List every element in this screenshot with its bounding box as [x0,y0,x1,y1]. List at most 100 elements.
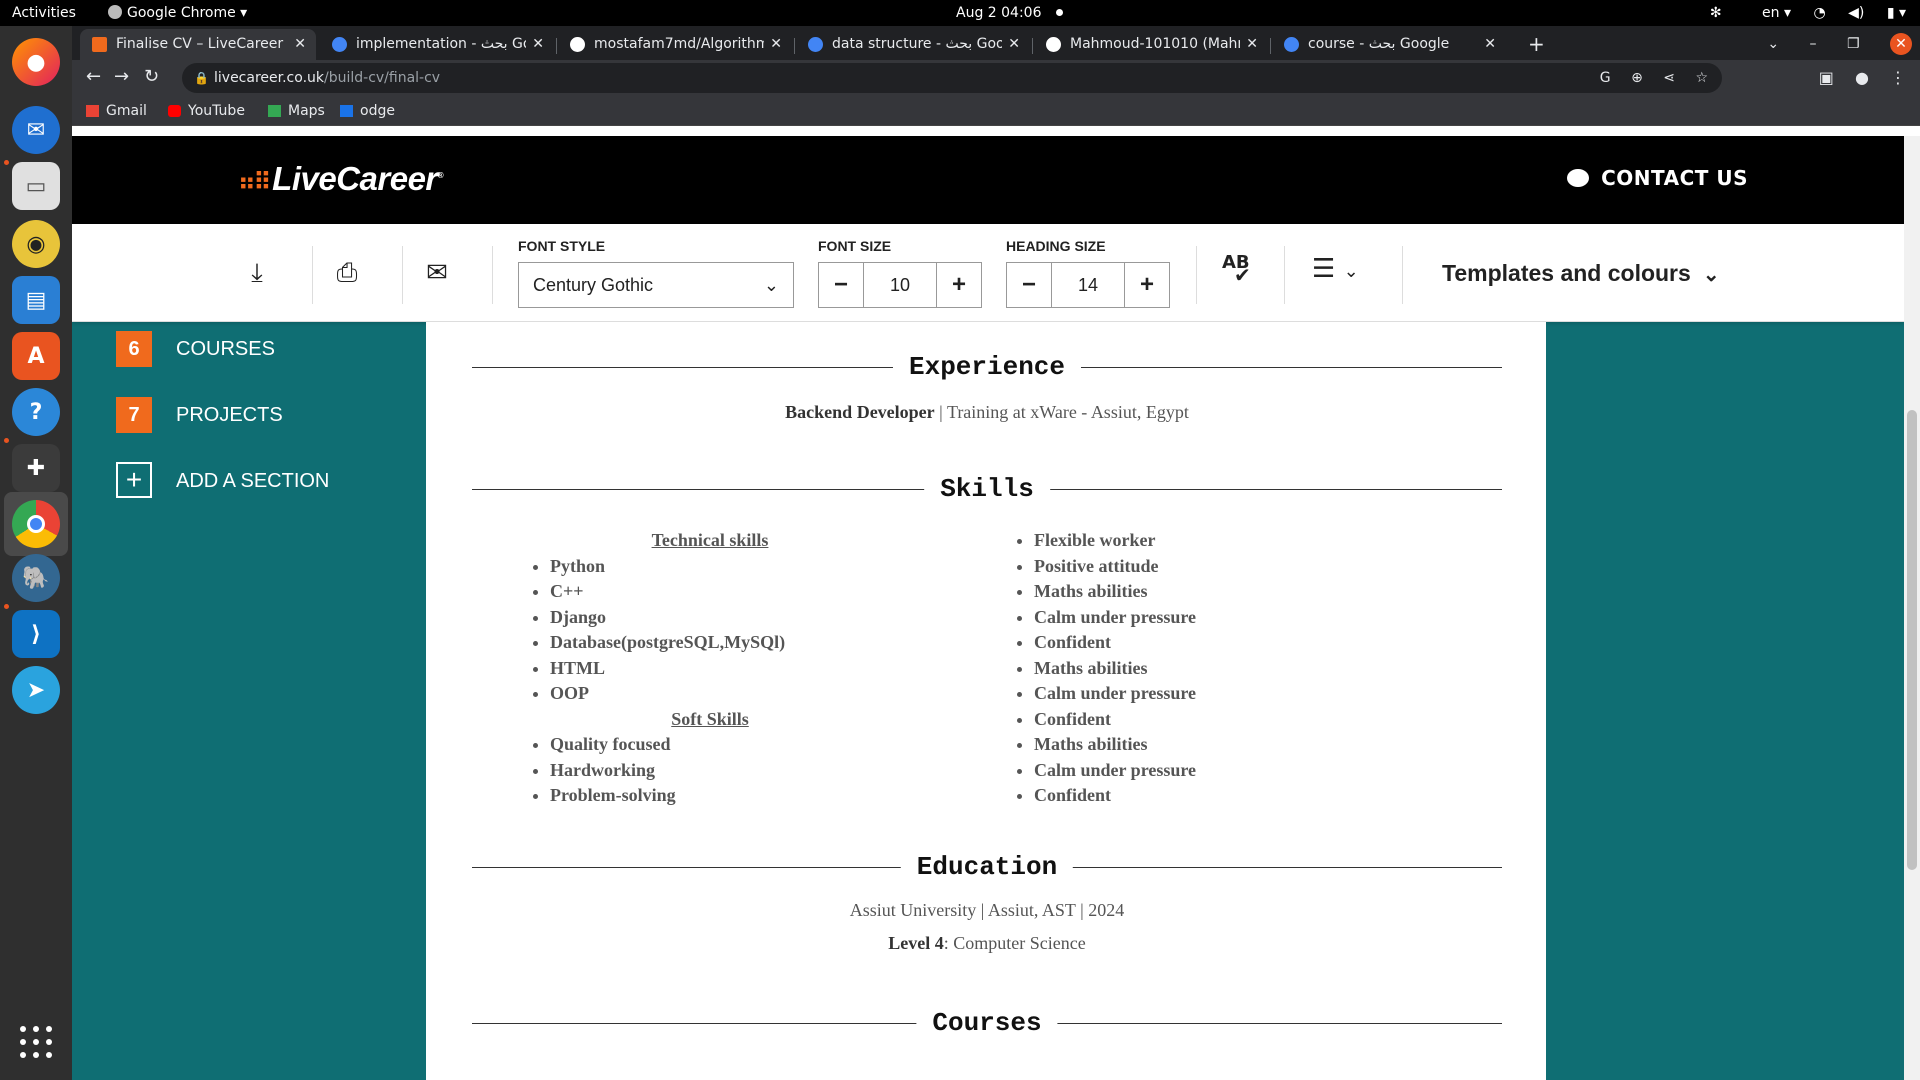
firefox-icon[interactable]: ● [12,38,60,86]
chrome-dock-icon[interactable] [12,500,60,548]
contact-us-link[interactable]: CONTACT US [1567,166,1748,190]
tab-implementation[interactable]: implementation - بحث Go ✕ [320,29,554,60]
url-domain: livecareer.co.uk [214,70,324,86]
tab-github-mahmoud[interactable]: Mahmoud-101010 (Mahm ✕ [1034,29,1268,60]
profile-avatar[interactable]: ● [1855,68,1869,87]
font-style-select[interactable]: Century Gothic ⌄ [518,262,794,308]
address-bar[interactable]: 🔒 livecareer.co.uk/build-cv/final-cv G ⊕… [182,63,1722,93]
soft-skills-list: Quality focusedHardworkingProblem-solvin… [490,732,870,809]
side-panel-icon[interactable]: ▣ [1819,68,1834,87]
email-icon[interactable]: ✉ [420,258,454,288]
rhythmbox-icon[interactable]: ◉ [12,220,60,268]
font-size-increase-button[interactable]: + [937,263,981,307]
reload-icon[interactable]: ↻ [144,66,159,87]
heading-size-label: HEADING SIZE [1006,238,1106,254]
tab-github-algorithm[interactable]: mostafam7md/Algorithm ✕ [558,29,792,60]
bookmark-star-icon[interactable]: ☆ [1695,70,1708,86]
system-tray[interactable]: ✻ en ▾ ◔ ◀) ▮ ▾ [1692,0,1906,26]
activities-button[interactable]: Activities [12,0,76,26]
google-lens-icon[interactable]: G [1600,70,1611,86]
soft-skills-heading: Soft Skills [671,708,749,729]
vscode-icon[interactable]: ⟩ [12,610,60,658]
templates-and-colours-button[interactable]: Templates and colours ⌄ [1442,260,1720,287]
page-scrollbar[interactable] [1904,136,1920,1080]
postgresql-icon[interactable]: 🐘 [12,554,60,602]
chrome-icon [108,5,122,19]
skill-item: Python [550,554,870,580]
bookmark-maps[interactable]: Maps [266,96,325,126]
tab-search-icon[interactable]: ⌄ [1767,36,1779,52]
slack-tray-icon[interactable]: ✻ [1710,5,1722,21]
minimize-button[interactable]: – [1810,36,1817,52]
zoom-icon[interactable]: ⊕ [1631,70,1643,86]
download-icon[interactable]: ⤓ [240,258,274,288]
forward-arrow-icon[interactable]: → [114,66,129,87]
skill-item: Django [550,605,870,631]
app-name: Google Chrome [127,5,236,21]
wifi-icon[interactable]: ◔ [1813,5,1825,21]
livecareer-logo[interactable]: ⠶⠿LiveCareer® [238,160,444,198]
tab-strip: Finalise CV – LiveCareer ✕ implementatio… [72,26,1920,60]
close-tab-icon[interactable]: ✕ [532,29,544,60]
plus-icon: + [116,462,152,498]
share-icon[interactable]: ⋖ [1663,70,1675,86]
close-tab-icon[interactable]: ✕ [1484,29,1496,60]
chrome-menu-icon[interactable]: ⋮ [1890,68,1906,87]
education-heading: Education [472,852,1502,882]
bookmark-odge[interactable]: odge [338,96,395,126]
writer-icon[interactable]: ▤ [12,276,60,324]
sidebar-item-projects[interactable]: 7 PROJECTS [116,396,283,434]
clock[interactable]: Aug 2 04:06 [956,0,1063,26]
font-size-decrease-button[interactable]: − [819,263,863,307]
volume-icon[interactable]: ◀) [1848,5,1864,21]
close-tab-icon[interactable]: ✕ [294,29,306,60]
skill-item: Calm under pressure [1034,605,1394,631]
close-tab-icon[interactable]: ✕ [1246,29,1258,60]
skill-item: C++ [550,579,870,605]
scrollbar-thumb[interactable] [1907,410,1917,870]
heading-size-stepper: − 14 + [1006,262,1170,308]
editor-toolbar: ⤓ ⎙ ✉ FONT STYLE Century Gothic ⌄ FONT SI… [72,224,1904,322]
skill-item: Maths abilities [1034,579,1394,605]
new-tab-button[interactable]: + [1528,29,1545,60]
bookmark-youtube[interactable]: YouTube [166,96,245,126]
heading-size-increase-button[interactable]: + [1125,263,1169,307]
back-arrow-icon[interactable]: ← [86,66,101,87]
print-icon[interactable]: ⎙ [330,258,364,288]
system-top-bar: Activities Google Chrome ▾ Aug 2 04:06 ✻… [0,0,1920,26]
tab-data-structure[interactable]: data structure - بحث Goog ✕ [796,29,1030,60]
app-menu[interactable]: Google Chrome ▾ [108,0,247,26]
close-tab-icon[interactable]: ✕ [770,29,782,60]
slack-icon[interactable]: ✚ [12,444,60,492]
sidebar-item-courses[interactable]: 6 COURSES [116,330,275,368]
close-window-button[interactable]: ✕ [1890,33,1912,55]
skill-item: OOP [550,681,870,707]
font-size-stepper: − 10 + [818,262,982,308]
thunderbird-icon[interactable]: ✉ [12,106,60,154]
skill-item: Maths abilities [1034,656,1394,682]
show-applications-icon[interactable] [20,1026,52,1058]
tab-course[interactable]: course - بحث Google ✕ [1272,29,1506,60]
telegram-icon[interactable]: ➤ [12,666,60,714]
help-icon[interactable]: ? [12,388,60,436]
settings-sliders-icon[interactable]: ☰ ⌄ [1312,254,1359,284]
app-center-icon[interactable]: A [12,332,60,380]
chevron-down-icon: ⌄ [763,275,779,295]
sidebar-item-add-section[interactable]: + ADD A SECTION [116,462,329,500]
font-size-value[interactable]: 10 [863,263,937,307]
tab-finalise-cv[interactable]: Finalise CV – LiveCareer ✕ [80,29,316,60]
restore-button[interactable]: ❐ [1847,36,1860,52]
skill-item: Hardworking [550,758,870,784]
chat-bubble-icon [1567,169,1590,187]
spellcheck-icon[interactable]: AB ✔ [1222,252,1251,287]
heading-size-decrease-button[interactable]: − [1007,263,1051,307]
close-tab-icon[interactable]: ✕ [1008,29,1020,60]
files-icon[interactable]: ▭ [12,162,60,210]
resume-preview[interactable]: Experience Backend Developer | Training … [426,322,1546,1080]
bookmark-gmail[interactable]: Gmail [84,96,147,126]
clock-text: Aug 2 04:06 [956,5,1042,21]
language-indicator[interactable]: en ▾ [1744,5,1791,21]
other-skills-list: Flexible workerPositive attitudeMaths ab… [974,528,1394,809]
heading-size-value[interactable]: 14 [1051,263,1125,307]
battery-icon[interactable]: ▮ ▾ [1887,5,1906,21]
